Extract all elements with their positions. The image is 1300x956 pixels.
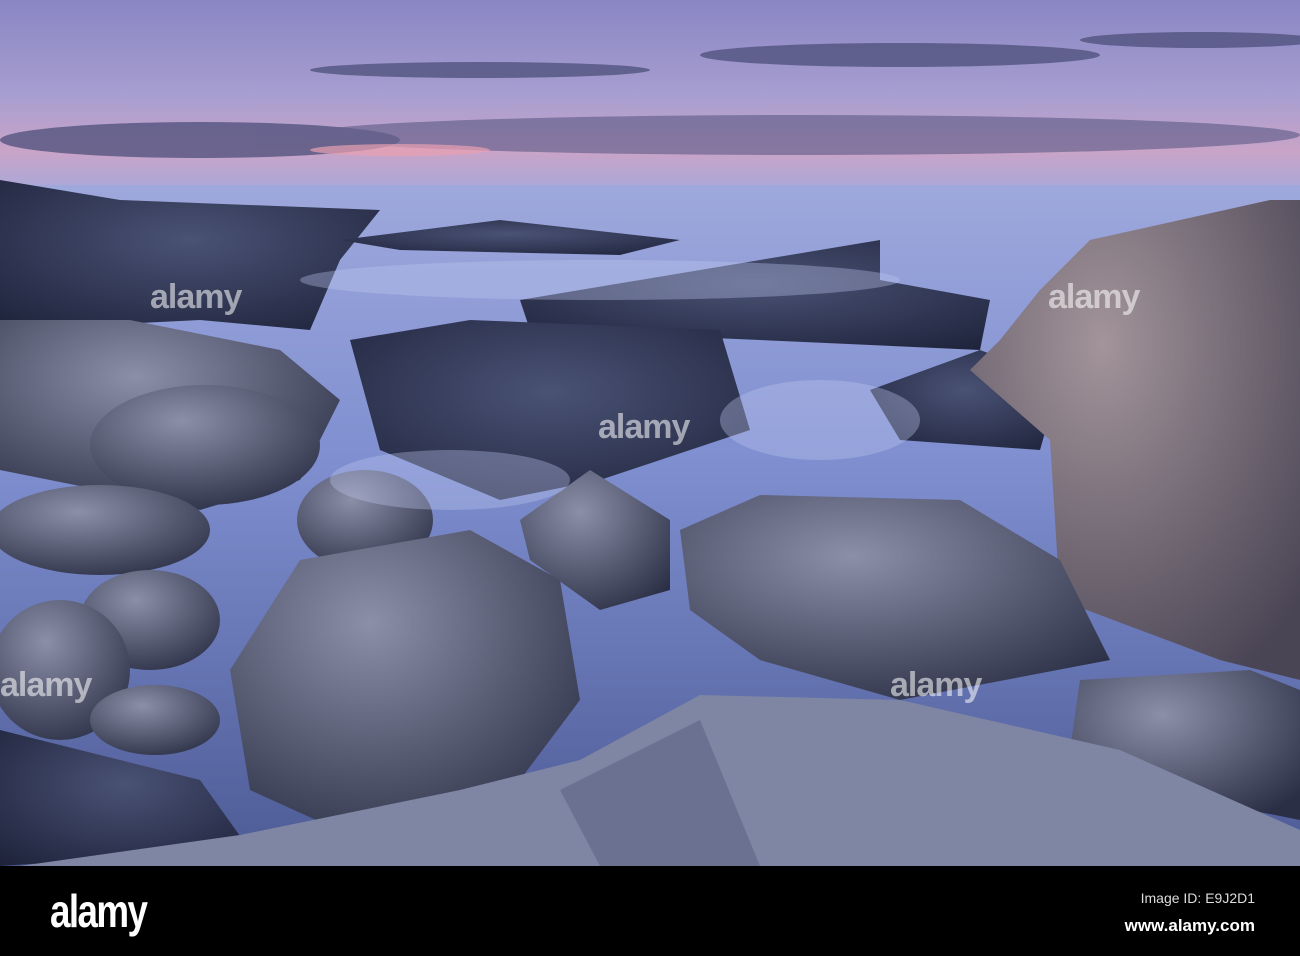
stock-photo-page: alamy alamy alamy alamy alamy alamy Imag…	[0, 0, 1300, 956]
watermark: alamy	[890, 666, 982, 704]
watermark: alamy	[0, 666, 92, 704]
sky	[0, 0, 1300, 190]
website-link[interactable]: www.alamy.com	[1125, 916, 1255, 936]
alamy-logo[interactable]: alamy	[50, 884, 148, 938]
watermark: alamy	[598, 408, 690, 446]
watermark: alamy	[1048, 278, 1140, 316]
watermark: alamy	[150, 278, 242, 316]
image-id: Image ID: E9J2D1	[1140, 890, 1255, 906]
footer-bar: alamy Image ID: E9J2D1 www.alamy.com	[0, 866, 1300, 956]
